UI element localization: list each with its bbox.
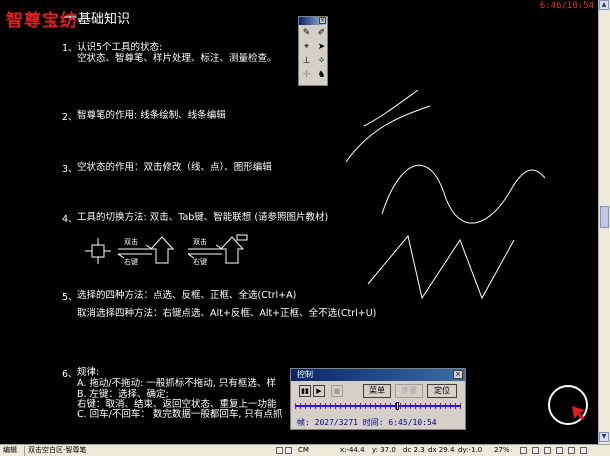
pointer-tool-icon[interactable]: ➤ xyxy=(315,41,328,54)
pen-tool-box xyxy=(91,244,105,258)
rule-line: C. 回车/不回车： 数完数据一般都回车, 只有点抓 xyxy=(77,409,283,420)
pause-button[interactable]: ▮▮ xyxy=(299,385,311,397)
status-mode: 编辑 xyxy=(3,446,17,454)
tool-palette[interactable]: × ✎ ✐ ⌖ ➤ ⊥ ✧ ✛ ♞ xyxy=(298,16,328,86)
unit-indicator[interactable]: CM xyxy=(298,445,309,456)
right-click-label: 右键 xyxy=(193,258,207,266)
item-text: 工具的切换方法: 双击、Tab键、智能联想 (请参照图片教材) xyxy=(77,212,329,223)
playback-slider-handle[interactable] xyxy=(396,402,400,410)
coord-dy: dy:-1.0 xyxy=(458,446,483,454)
item-number: 4、 xyxy=(62,214,78,225)
check-tool-icon[interactable]: ♞ xyxy=(315,69,328,82)
zoom-level: 27% xyxy=(494,446,510,454)
status-bar: 编辑 双击空白区-智尊笔 CM x:-44.4 y: 37.0 dc 2.3 d… xyxy=(0,444,610,456)
wave-line xyxy=(381,164,546,224)
view-icon[interactable] xyxy=(532,447,539,454)
item-subtext: 取消选择四种方法：右键点选、Alt+反框、Alt+正框、全不选(Ctrl+U) xyxy=(77,308,377,319)
vertical-scrollbar[interactable]: ▲ ▼ xyxy=(598,0,610,444)
control-title: 控制 xyxy=(297,370,313,379)
menu-button[interactable]: 菜单 xyxy=(363,384,391,398)
tool-switch-diagram xyxy=(85,234,248,264)
status-hint: 双击空白区-智尊笔 xyxy=(28,446,87,454)
pencil-tool-icon[interactable]: ✐ xyxy=(315,27,328,40)
item-number: 2、 xyxy=(62,112,78,123)
scrollbar-thumb[interactable] xyxy=(600,206,609,228)
mouse-cursor-icon xyxy=(571,405,586,421)
item-number: 5、 xyxy=(62,292,78,303)
item-number: 3、 xyxy=(62,164,78,175)
curve-line xyxy=(345,105,431,163)
play-button[interactable]: ▶ xyxy=(313,385,325,397)
item-text: 选择的四种方法：点选、反框、正框、全选(Ctrl+A) xyxy=(77,290,297,301)
pen-tool-icon[interactable]: ✎ xyxy=(300,27,313,40)
playback-slider[interactable] xyxy=(295,402,461,410)
curve-line xyxy=(363,89,419,127)
control-close-button[interactable]: × xyxy=(453,370,463,379)
drawing-curves[interactable] xyxy=(340,88,560,308)
locate-button[interactable]: 定位 xyxy=(427,384,457,398)
view-icon[interactable] xyxy=(568,447,575,454)
frame-time-readout: 帧: 2027/3271 时间: 6:45/10:54 xyxy=(297,418,437,427)
item-text: 空状态的作用：双击修改（线、点）、图形编辑 xyxy=(77,162,272,173)
item-number: 6、 xyxy=(62,369,78,380)
zigzag-line xyxy=(367,234,515,300)
view-icon[interactable] xyxy=(556,447,563,454)
coord-dc: dc 2.3 xyxy=(403,446,425,454)
annotate-tool-icon[interactable]: ⊥ xyxy=(300,55,313,68)
view-icon[interactable] xyxy=(520,447,527,454)
view-icon[interactable] xyxy=(580,447,587,454)
scroll-up-arrow-icon[interactable]: ▲ xyxy=(599,0,609,10)
scroll-down-arrow-icon[interactable]: ▼ xyxy=(599,432,609,442)
double-click-label: 双击 xyxy=(124,238,138,246)
playback-clock: 6:46/10:54 xyxy=(539,1,594,11)
step-button[interactable]: 步骤 xyxy=(395,384,423,398)
crosshair-tool-icon[interactable]: ✛ xyxy=(300,69,313,82)
coord-dx: dx 29.4 xyxy=(428,446,455,454)
double-click-label: 双击 xyxy=(193,238,207,246)
right-click-label: 右键 xyxy=(124,258,138,266)
item-text: 智尊笔的作用: 线条绘制、线条编辑 xyxy=(77,110,226,121)
item-number: 1、 xyxy=(62,43,78,54)
sample-tool-icon[interactable]: ⌖ xyxy=(300,41,313,54)
playback-control-panel[interactable]: 控制 × ▮▮ ▶ ■ 菜单 步骤 定位 帧: 2027/3271 时间: 6:… xyxy=(290,368,466,430)
measure-tool-icon[interactable]: ✧ xyxy=(315,55,328,68)
palette-close-button[interactable]: × xyxy=(319,17,326,24)
status-toggle-icon[interactable] xyxy=(276,447,283,454)
control-titlebar[interactable]: 控制 × xyxy=(291,369,465,381)
section-title: 基础知识 xyxy=(78,12,131,27)
drawing-canvas[interactable]: 智尊宝纺 6:46/10:54 一、 基础知识 1、 认识5个工具的状态: 空状… xyxy=(0,0,598,444)
arrow-tool-shape xyxy=(149,236,175,264)
coord-x: x:-44.4 xyxy=(340,446,365,454)
palette-titlebar[interactable]: × xyxy=(299,17,327,25)
item-subtext: 空状态、智尊笔、样片处理、标注、测量检查。 xyxy=(77,53,277,64)
stop-button[interactable]: ■ xyxy=(331,385,343,397)
coord-y: y: 37.0 xyxy=(372,446,396,454)
status-toggle-icon[interactable] xyxy=(285,447,292,454)
view-icon[interactable] xyxy=(544,447,551,454)
